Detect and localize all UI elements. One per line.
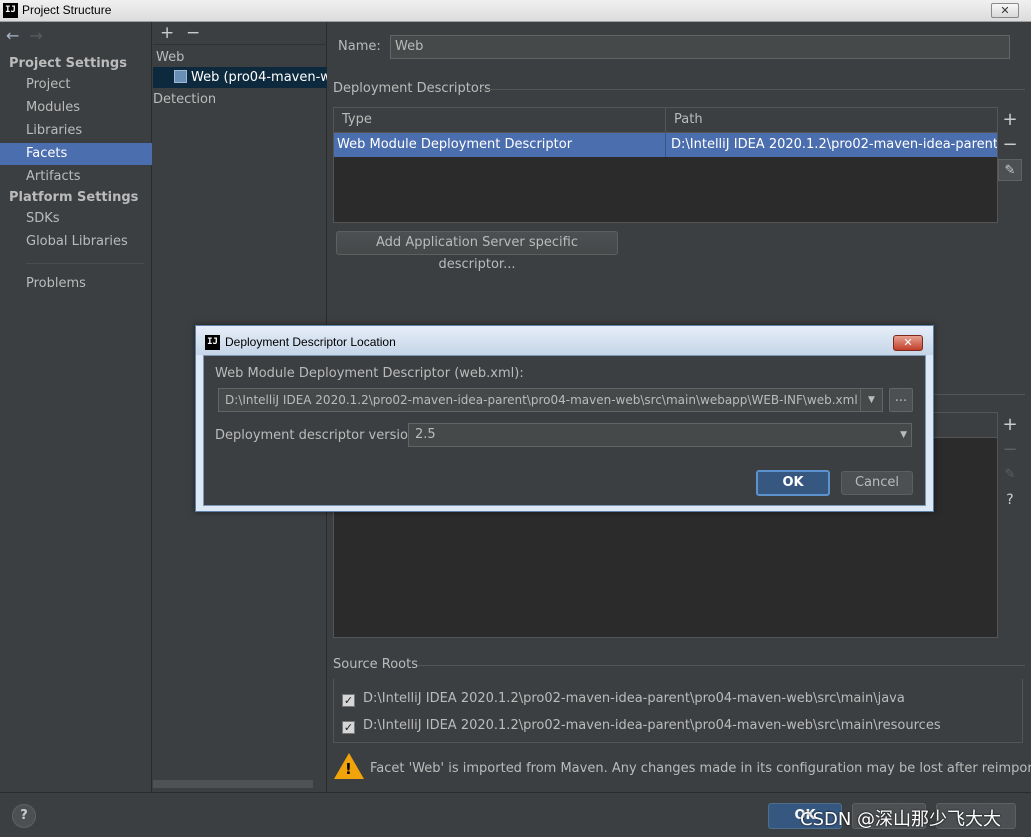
table-header: Type Path xyxy=(334,108,997,133)
facet-toolbar: + − xyxy=(153,22,327,45)
facet-item-web[interactable]: Web (pro04-maven-web) xyxy=(153,67,327,88)
dialog-body: Web Module Deployment Descriptor (web.xm… xyxy=(203,355,926,506)
project-settings-header: Project Settings xyxy=(9,56,127,71)
chevron-down-icon[interactable]: ▼ xyxy=(900,424,907,446)
intellij-logo-icon: IJ xyxy=(3,3,18,18)
row-path: D:\IntelliJ IDEA 2020.1.2\pro02-maven-id… xyxy=(671,137,997,152)
warning-exclamation: ! xyxy=(345,760,352,778)
add-facet-icon[interactable]: + xyxy=(160,23,174,43)
nav-item-problems[interactable]: Problems xyxy=(0,273,152,295)
version-select[interactable]: 2.5 ▼ xyxy=(408,423,912,447)
descriptor-label: Web Module Deployment Descriptor (web.xm… xyxy=(215,366,524,381)
source-roots-title: Source Roots xyxy=(333,657,419,672)
nav-item-facets[interactable]: Facets xyxy=(0,143,152,165)
browse-button[interactable]: ... xyxy=(889,388,913,412)
help-icon[interactable]: ? xyxy=(998,489,1022,511)
version-label: Deployment descriptor version xyxy=(215,428,417,443)
nav-item-libraries[interactable]: Libraries xyxy=(0,120,152,142)
list-item[interactable]: ✓ D:\IntelliJ IDEA 2020.1.2\pro02-maven-i… xyxy=(342,716,941,736)
bottom-bar: ? OK CSDN @深山那少飞大大 xyxy=(0,792,1031,837)
remove-descriptor-icon[interactable]: − xyxy=(998,134,1022,156)
descriptor-path-value: D:\IntelliJ IDEA 2020.1.2\pro02-maven-id… xyxy=(225,393,858,407)
window-title: Project Structure xyxy=(22,3,112,17)
name-label: Name: xyxy=(338,39,381,54)
resource-side-toolbar: + − ✎ ? xyxy=(998,414,1026,514)
cell-divider xyxy=(665,133,666,157)
add-server-descriptor-button[interactable]: Add Application Server specific descript… xyxy=(336,231,618,272)
nav-divider xyxy=(26,263,144,264)
remove-facet-icon[interactable]: − xyxy=(186,23,200,43)
intellij-logo-icon: IJ xyxy=(205,335,220,350)
window-close-button[interactable]: ✕ xyxy=(991,3,1019,18)
remove-resource-icon[interactable]: − xyxy=(998,439,1022,461)
web-facet-icon xyxy=(174,70,187,83)
dialog-close-button[interactable]: ✕ xyxy=(893,335,923,351)
checkbox[interactable]: ✓ xyxy=(342,721,355,734)
version-value: 2.5 xyxy=(415,427,436,442)
dialog-titlebar: IJ Deployment Descriptor Location ✕ xyxy=(196,326,933,355)
nav-item-global-libraries[interactable]: Global Libraries xyxy=(0,231,152,253)
help-button[interactable]: ? xyxy=(12,804,36,828)
window-titlebar: IJ Project Structure ✕ xyxy=(0,0,1031,22)
column-path[interactable]: Path xyxy=(666,108,997,133)
descriptor-path-combo[interactable]: D:\IntelliJ IDEA 2020.1.2\pro02-maven-id… xyxy=(218,388,883,412)
nav-item-artifacts[interactable]: Artifacts xyxy=(0,166,152,188)
facet-item-label: Web (pro04-maven-web) xyxy=(191,70,327,85)
nav-item-project[interactable]: Project xyxy=(0,74,152,96)
table-row[interactable]: Web Module Deployment Descriptor D:\Inte… xyxy=(334,133,997,157)
list-item[interactable]: ✓ D:\IntelliJ IDEA 2020.1.2\pro02-maven-i… xyxy=(342,689,905,709)
dialog-title: Deployment Descriptor Location xyxy=(225,335,396,349)
horizontal-scrollbar[interactable] xyxy=(153,780,313,788)
nav-arrows: ← → xyxy=(6,26,53,45)
dialog-cancel-button[interactable]: Cancel xyxy=(841,471,913,495)
watermark: CSDN @深山那少飞大大 xyxy=(800,809,1002,830)
add-descriptor-icon[interactable]: + xyxy=(998,109,1022,131)
name-field[interactable]: Web xyxy=(390,35,1010,59)
settings-nav: ← → Project Settings Project Modules Libr… xyxy=(0,22,152,792)
back-arrow-icon[interactable]: ← xyxy=(6,26,19,45)
add-resource-icon[interactable]: + xyxy=(998,414,1022,436)
deployment-descriptor-dialog: IJ Deployment Descriptor Location ✕ Web … xyxy=(195,325,934,512)
edit-resource-icon[interactable]: ✎ xyxy=(998,464,1022,486)
forward-arrow-icon[interactable]: → xyxy=(29,26,42,45)
group-divider xyxy=(480,89,1025,90)
descriptor-side-toolbar: + − ✎ xyxy=(998,109,1026,184)
nav-item-modules[interactable]: Modules xyxy=(0,97,152,119)
column-type[interactable]: Type xyxy=(334,108,666,133)
chevron-down-icon[interactable]: ▼ xyxy=(860,389,882,411)
source-roots-list: ✓ D:\IntelliJ IDEA 2020.1.2\pro02-maven-i… xyxy=(333,679,1023,743)
platform-settings-header: Platform Settings xyxy=(9,190,139,205)
group-divider xyxy=(418,665,1025,666)
facet-group-web[interactable]: Web xyxy=(156,50,184,65)
source-root-path: D:\IntelliJ IDEA 2020.1.2\pro02-maven-id… xyxy=(363,718,941,733)
edit-descriptor-icon[interactable]: ✎ xyxy=(998,159,1022,181)
facet-detection[interactable]: Detection xyxy=(153,92,216,107)
row-type: Web Module Deployment Descriptor xyxy=(337,137,573,152)
deployment-descriptors-title: Deployment Descriptors xyxy=(333,81,491,96)
warning-text: Facet 'Web' is imported from Maven. Any … xyxy=(370,761,1031,776)
nav-item-sdks[interactable]: SDKs xyxy=(0,208,152,230)
dialog-ok-button[interactable]: OK xyxy=(756,470,830,496)
checkbox[interactable]: ✓ xyxy=(342,694,355,707)
maven-warning: ! Facet 'Web' is imported from Maven. An… xyxy=(333,747,1031,787)
deployment-descriptors-table: Type Path Web Module Deployment Descript… xyxy=(333,107,998,223)
source-root-path: D:\IntelliJ IDEA 2020.1.2\pro02-maven-id… xyxy=(363,691,905,706)
